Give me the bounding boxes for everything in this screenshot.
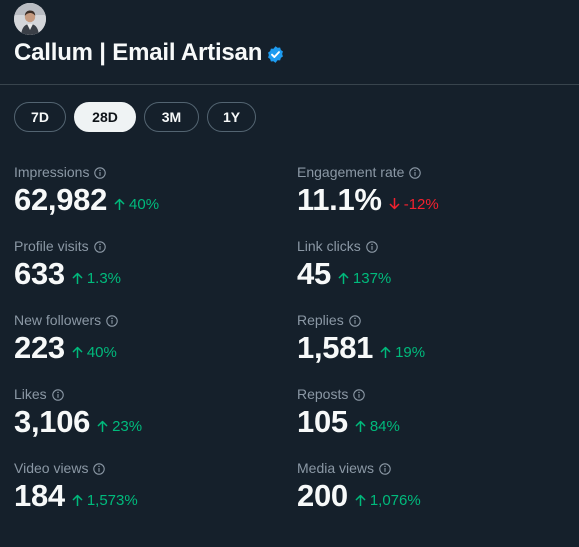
metric-change: -12% [389, 196, 439, 213]
metric-engagement-rate: Engagement rate 11.1% -12% [297, 163, 567, 218]
arrow-up-icon [355, 494, 366, 506]
metric-change-text: 19% [395, 343, 426, 361]
metric-value: 62,982 [14, 182, 108, 217]
arrow-up-icon [338, 272, 349, 284]
metric-label: Profile visits [14, 238, 89, 254]
info-icon[interactable] [51, 388, 64, 401]
profile-name: Callum | Email Artisan [14, 39, 263, 66]
info-icon[interactable] [409, 166, 422, 179]
metric-change-text: 137% [352, 269, 392, 287]
metric-link-clicks: Link clicks 45 137% [297, 237, 567, 292]
arrow-up-icon [72, 272, 83, 284]
metric-value: 633 [14, 256, 65, 291]
metric-change-text: 40% [129, 195, 160, 213]
info-icon[interactable] [93, 240, 106, 253]
metric-reposts: Reposts 105 84% [297, 385, 567, 440]
arrow-up-icon [114, 198, 125, 210]
metric-label: New followers [14, 312, 102, 328]
metric-change: 137% [338, 270, 391, 287]
arrow-up-icon [355, 420, 366, 432]
info-icon[interactable] [348, 314, 361, 327]
metric-change: 19% [380, 344, 425, 361]
metric-video-views: Video views 184 1,573% [14, 459, 284, 514]
metric-value: 223 [14, 330, 65, 365]
range-1y-button[interactable]: 1Y [207, 102, 256, 132]
metric-label: Link clicks [297, 238, 361, 254]
range-28d-button[interactable]: 28D [74, 102, 136, 132]
arrow-up-icon [72, 346, 83, 358]
verified-badge-icon [268, 45, 284, 63]
metric-value: 184 [14, 478, 65, 513]
range-7d-button[interactable]: 7D [14, 102, 66, 132]
info-icon[interactable] [353, 388, 366, 401]
metric-value: 105 [297, 404, 348, 439]
metric-change: 40% [72, 344, 117, 361]
metric-change-text: 1.3% [86, 269, 122, 287]
metric-change-text: -12% [403, 195, 439, 213]
metric-change-text: 23% [112, 417, 143, 435]
metric-change: 40% [114, 196, 159, 213]
metric-change-text: 1,573% [86, 491, 138, 509]
arrow-down-icon [389, 198, 400, 210]
metric-label: Replies [297, 312, 344, 328]
arrow-up-icon [380, 346, 391, 358]
metric-change: 23% [97, 418, 142, 435]
metric-label: Impressions [14, 164, 90, 180]
info-icon[interactable] [379, 462, 391, 475]
time-range-selector: 7D 28D 3M 1Y [14, 102, 256, 132]
analytics-page: Callum | Email Artisan 7D 28D 3M 1Y Impr… [0, 0, 579, 547]
metric-profile-visits: Profile visits 633 1.3% [14, 237, 284, 292]
metric-label: Video views [14, 460, 89, 476]
profile-header: Callum | Email Artisan [0, 0, 579, 85]
range-3m-button[interactable]: 3M [144, 102, 199, 132]
avatar-photo [14, 3, 46, 35]
metric-label: Likes [14, 386, 47, 402]
avatar[interactable] [14, 3, 46, 35]
metric-change: 1.3% [72, 270, 121, 287]
info-icon[interactable] [106, 314, 118, 327]
metric-change-text: 84% [369, 417, 400, 435]
info-icon[interactable] [94, 166, 107, 179]
metric-change: 1,076% [355, 492, 421, 509]
metric-value: 45 [297, 256, 331, 291]
metric-media-views: Media views 200 1,076% [297, 459, 567, 514]
metric-label: Reposts [297, 386, 349, 402]
metric-replies: Replies 1,581 19% [297, 311, 567, 366]
info-icon[interactable] [366, 240, 378, 253]
metric-change-text: 1,076% [369, 491, 421, 509]
metric-value: 3,106 [14, 404, 91, 439]
metric-change-text: 40% [86, 343, 117, 361]
metric-impressions: Impressions 62,982 40% [14, 163, 284, 218]
metric-value: 1,581 [297, 330, 374, 365]
metric-value: 200 [297, 478, 348, 513]
metric-change: 84% [355, 418, 400, 435]
metric-new-followers: New followers 223 40% [14, 311, 284, 366]
profile-name-row: Callum | Email Artisan [14, 38, 285, 68]
info-icon[interactable] [93, 462, 106, 475]
metric-label: Engagement rate [297, 164, 405, 180]
arrow-up-icon [72, 494, 83, 506]
metric-value: 11.1% [297, 182, 382, 217]
metric-change: 1,573% [72, 492, 138, 509]
arrow-up-icon [97, 420, 108, 432]
metric-label: Media views [297, 460, 375, 476]
metric-likes: Likes 3,106 23% [14, 385, 284, 440]
